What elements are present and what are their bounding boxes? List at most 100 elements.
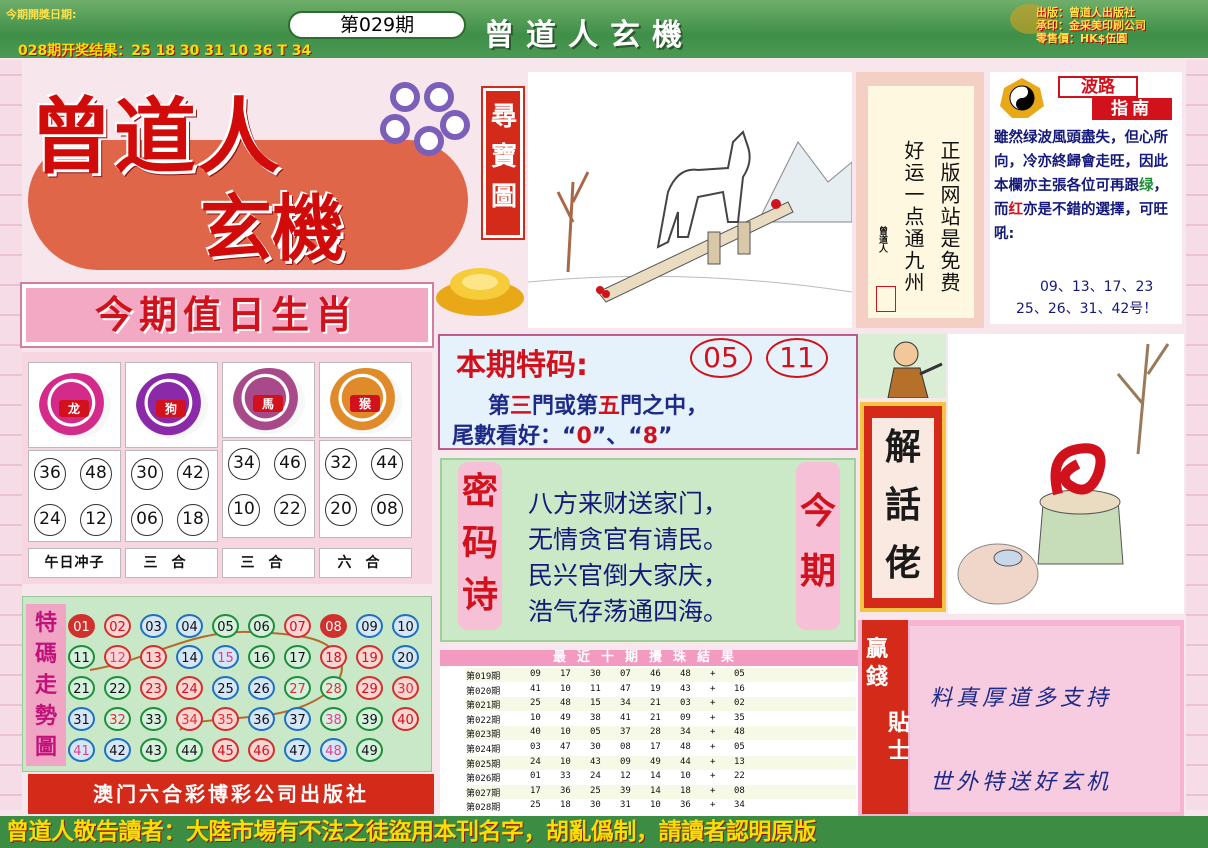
trend-ball: 18	[320, 645, 347, 669]
trend-ball: 05	[212, 614, 239, 638]
result-issue: 第021期	[466, 701, 501, 712]
trend-ball: 49	[356, 738, 383, 762]
result-number: 30	[590, 742, 601, 752]
result-number: 24	[530, 756, 541, 767]
result-number: +	[710, 800, 716, 811]
result-number: 21	[650, 698, 661, 709]
dog-seesaw-illustration	[528, 72, 852, 328]
zodiac-number: 44	[371, 448, 403, 480]
trend-ball: 31	[68, 707, 95, 731]
zodiac-number: 20	[325, 494, 357, 526]
yin-yang-icon	[1000, 78, 1044, 118]
result-issue: 第022期	[466, 715, 501, 726]
zodiac-number: 30	[131, 458, 163, 490]
result-issue: 第019期	[466, 672, 501, 682]
result-number: 10	[680, 771, 691, 782]
trend-ball: 32	[104, 707, 131, 731]
result-number: 48	[560, 698, 571, 709]
price-line: 零售價：HK$伍圓	[1036, 32, 1128, 45]
wave-title-bottom: 指南	[1092, 98, 1172, 120]
result-number: 21	[650, 712, 661, 723]
trend-ball: 09	[356, 614, 383, 638]
result-number: 08	[734, 785, 745, 796]
trend-ball: 39	[356, 707, 383, 731]
result-number: 25	[530, 800, 541, 811]
result-number: +	[710, 669, 716, 679]
result-number: 28	[650, 727, 661, 738]
result-number: +	[710, 785, 716, 796]
trend-ball: 33	[140, 707, 167, 731]
result-number: 47	[620, 683, 631, 694]
result-row: 第028期 25 18 30 31 10 36 +34	[466, 799, 856, 813]
zodiac-number: 48	[80, 458, 112, 490]
trend-ball: 12	[104, 645, 131, 669]
trend-ball: 29	[356, 676, 383, 700]
result-number: 10	[650, 800, 661, 811]
trend-ball: 44	[176, 738, 203, 762]
publisher-info: 出版：曾道人出版社 承印：金采美印刷公司 零售價：HK$伍圓	[1036, 6, 1146, 45]
jiehua-label: 解話佬	[872, 418, 934, 598]
result-number: 48	[734, 727, 745, 738]
trend-ball: 27	[284, 676, 311, 700]
wave-numbers-line1: 09、13、17、23	[1040, 279, 1154, 295]
zodiac-number: 24	[34, 504, 66, 536]
zodiac-relation-label: 六合	[319, 548, 412, 578]
zodiac-picture: 馬	[222, 362, 315, 438]
result-number: 15	[590, 698, 601, 709]
trend-ball: 17	[284, 645, 311, 669]
trend-ball: 45	[212, 738, 239, 762]
zodiac-number: 32	[325, 448, 357, 480]
seal-icon	[876, 286, 896, 312]
result-number: 10	[560, 727, 571, 738]
result-number: 38	[590, 712, 601, 723]
result-number: +	[710, 727, 716, 738]
trend-label-text: 特碼走勢圖	[34, 611, 57, 760]
trend-ball: 13	[140, 645, 167, 669]
result-number: 03	[530, 742, 541, 752]
trend-ball: 14	[176, 645, 203, 669]
result-number: 34	[734, 800, 745, 811]
poem-left-text: 密码诗	[461, 471, 498, 616]
trend-ball: 10	[392, 614, 419, 638]
zodiac-number: 08	[371, 494, 403, 526]
trend-ball: 28	[320, 676, 347, 700]
special-number-oval: 05	[690, 338, 752, 378]
poem-left-label: 密码诗	[458, 462, 502, 630]
result-number: 17	[560, 669, 571, 679]
result-row: 第019期 09 17 30 07 46 48 +05	[466, 668, 856, 682]
printer-line: 承印：金采美印刷公司	[1036, 19, 1146, 32]
result-row: 第025期 24 10 43 09 49 44 +13	[466, 755, 856, 770]
treasure-map-label: 尋寶圖	[483, 88, 523, 238]
result-number: 14	[650, 785, 661, 796]
result-number: 16	[734, 683, 745, 694]
tips-line: 世外特送好玄机	[930, 770, 1113, 795]
trend-ball: 47	[284, 738, 311, 762]
tips-label-b: 貼士	[888, 711, 911, 764]
tips-label-a: 贏錢	[866, 637, 889, 690]
result-number: 10	[560, 683, 571, 694]
result-number: 05	[734, 669, 745, 679]
zodiac-number: 42	[177, 458, 209, 490]
special-hint-line1: 第三門或第五門之中，	[488, 394, 709, 419]
trend-ball: 07	[284, 614, 311, 638]
trend-ball: 16	[248, 645, 275, 669]
result-number: 17	[650, 742, 661, 752]
issue-number: 第029期	[288, 11, 466, 39]
right-border	[1186, 60, 1208, 810]
result-row: 第026期 01 33 24 12 14 10 +22	[466, 770, 856, 784]
result-issue: 第020期	[466, 686, 501, 697]
zodiac-picture: 龙	[28, 362, 121, 448]
result-number: +	[710, 698, 716, 709]
result-number: 33	[560, 771, 571, 782]
logo-sub-text: 玄機	[200, 186, 345, 271]
zodiac-animal-name: 狗	[156, 400, 186, 417]
zodiac-picture: 猴	[319, 362, 412, 438]
result-row: 第022期 10 49 38 41 21 09 +35	[466, 712, 856, 726]
result-number: 48	[680, 669, 691, 679]
zodiac-animal-name: 龙	[59, 400, 89, 417]
result-number: +	[710, 756, 716, 767]
result-issue: 第026期	[466, 774, 501, 785]
result-number: 07	[620, 669, 631, 679]
result-number: 34	[680, 727, 691, 738]
result-number: +	[710, 771, 716, 782]
